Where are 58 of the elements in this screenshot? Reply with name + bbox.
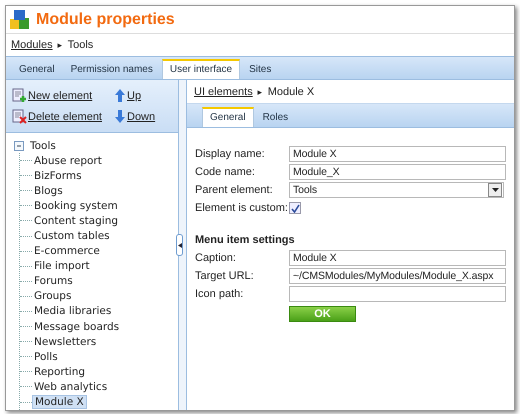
section-title: Menu item settings [195,234,296,246]
field-label: Icon path: [195,288,244,300]
tree-item[interactable]: Forums [32,275,75,288]
breadcrumb-current: Tools [68,39,94,51]
tab[interactable]: Permission names [64,60,160,79]
checkbox[interactable] [289,202,301,214]
tree-item[interactable]: E-commerce [32,245,102,258]
breadcrumb-link[interactable]: UI elements [194,86,253,98]
toolbar-link[interactable]: New element [12,88,102,103]
tree-item[interactable]: Booking system [32,200,120,212]
breadcrumb-link[interactable]: Modules [11,39,53,51]
add-document-icon [12,88,27,103]
tab[interactable]: General [12,60,62,79]
left-arrow-icon [178,242,182,248]
delete-document-icon [12,109,27,124]
tab[interactable]: User interface [162,59,240,79]
field-label: Parent element: [195,184,274,196]
tree-item[interactable]: Newsletters [32,336,98,348]
tree-item[interactable]: Reporting [32,366,88,378]
tree-item[interactable]: Abuse report [32,154,104,167]
breadcrumb-separator: ▸ [58,40,63,50]
down-arrow-icon [114,109,126,124]
tree-item[interactable]: Blogs [32,184,65,197]
tree-item[interactable]: Groups [32,290,74,302]
field-label: Target URL: [195,270,255,282]
up-arrow-icon [114,88,126,103]
cubes-icon [9,8,31,30]
field-label: Display name: [195,148,266,160]
tree-item[interactable]: Tools [28,140,58,152]
collapse-handle[interactable] [176,234,183,256]
breadcrumb-separator: ▸ [258,86,263,96]
toolbar-link[interactable]: Down [114,109,156,124]
tab[interactable]: General [202,107,254,127]
tree-item[interactable]: File import [32,260,92,272]
tree-item[interactable]: Web analytics [32,380,110,393]
input-field[interactable]: Module_X [289,164,506,180]
tree-item[interactable]: BizForms [32,170,84,182]
tree-item[interactable]: Content staging [32,214,120,227]
window-title: Module properties [36,10,175,28]
input-field[interactable]: Module X [289,250,506,266]
collapse-toggle[interactable] [14,141,24,151]
tree-item[interactable]: Module X [32,395,87,410]
dropdown[interactable]: Tools [289,182,504,198]
tab[interactable]: Roles [256,108,296,127]
tree-item[interactable]: Polls [32,350,60,363]
input-field[interactable] [289,286,506,302]
toolbar-link[interactable]: Up [114,88,156,103]
tab[interactable]: Sites [242,60,278,79]
field-label: Code name: [195,166,256,178]
input-field[interactable]: ~/CMSModules/MyModules/Module_X.aspx [289,268,506,284]
tree-item[interactable]: Custom tables [32,230,112,242]
field-label: Caption: [195,252,237,264]
input-field[interactable]: Module X [289,146,506,162]
tree-item[interactable]: Media libraries [32,305,114,318]
field-label: Element is custom: [195,202,289,214]
toolbar-link[interactable]: Delete element [12,109,102,124]
breadcrumb-current: Module X [268,86,314,98]
tree-item[interactable]: Message boards [32,320,122,333]
